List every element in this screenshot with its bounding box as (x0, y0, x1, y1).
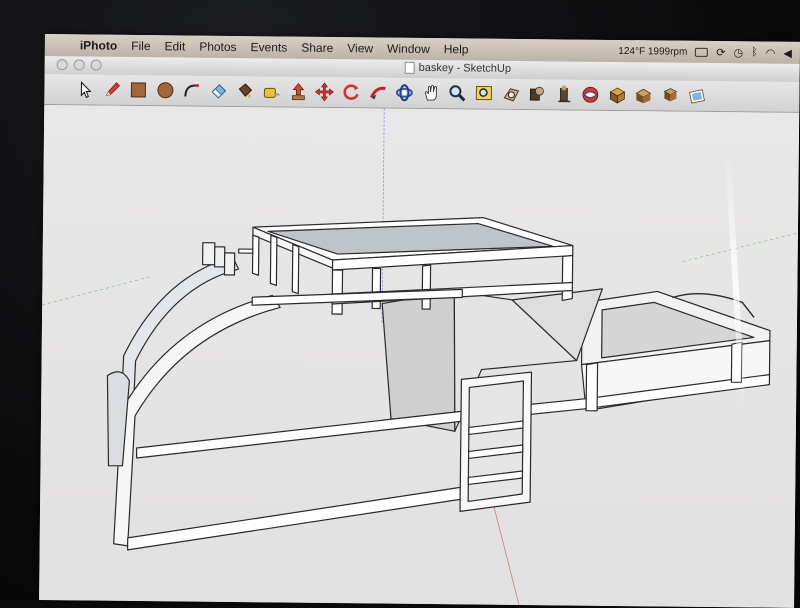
menu-photos[interactable]: Photos (192, 40, 244, 55)
display-icon[interactable] (695, 47, 708, 56)
menu-app-name[interactable]: iPhoto (73, 38, 124, 53)
position-camera-icon[interactable] (553, 83, 575, 105)
bluetooth-icon[interactable]: ᛒ (751, 46, 758, 58)
sync-icon[interactable]: ⟳ (716, 46, 725, 59)
volume-icon[interactable]: ◀ (783, 46, 792, 59)
zoom-window-button[interactable] (91, 59, 102, 70)
components-icon[interactable] (659, 84, 681, 106)
window-controls (57, 59, 102, 70)
pencil-icon[interactable] (101, 79, 123, 101)
share-model-icon[interactable] (633, 84, 655, 106)
screen: iPhoto File Edit Photos Events Share Vie… (39, 34, 800, 608)
rotate-icon[interactable] (340, 81, 362, 103)
walk-icon[interactable] (580, 84, 602, 106)
zoom-window-icon[interactable] (473, 82, 495, 104)
get-models-icon[interactable] (606, 84, 628, 106)
menu-extras: 124°F 1999rpm ⟳ ◷ ᛒ ◠ ◀ (618, 40, 792, 64)
select-arrow-icon[interactable] (74, 78, 96, 100)
eraser-icon[interactable] (207, 80, 229, 102)
menu-share[interactable]: Share (294, 41, 340, 55)
follow-me-icon[interactable] (367, 81, 389, 103)
tape-measure-icon[interactable] (260, 80, 282, 102)
menu-file[interactable]: File (124, 39, 157, 53)
menu-window[interactable]: Window (380, 42, 437, 57)
circle-icon[interactable] (154, 79, 176, 101)
wifi-icon[interactable]: ◠ (766, 46, 776, 59)
menu-events[interactable]: Events (244, 40, 295, 55)
drawing-canvas[interactable] (39, 105, 799, 608)
move-icon[interactable] (314, 81, 336, 103)
green-axis-far (683, 232, 798, 263)
window-title-text: baskey - SketchUp (419, 62, 511, 75)
close-window-button[interactable] (57, 59, 68, 70)
paint-bucket-icon[interactable] (234, 80, 256, 102)
previous-view-icon[interactable] (526, 83, 548, 105)
menu-edit[interactable]: Edit (157, 39, 192, 53)
system-status-text[interactable]: 124°F 1999rpm (618, 46, 687, 58)
window-title: baskey - SketchUp (405, 62, 511, 75)
pan-hand-icon[interactable] (420, 82, 442, 104)
menu-help[interactable]: Help (437, 42, 476, 56)
orbit-icon[interactable] (393, 82, 415, 104)
zoom-icon[interactable] (447, 82, 469, 104)
menu-view[interactable]: View (340, 41, 380, 55)
time-machine-icon[interactable]: ◷ (733, 46, 743, 59)
zoom-extents-icon[interactable] (500, 83, 522, 105)
green-axis (42, 275, 152, 306)
document-icon (405, 62, 415, 74)
push-pull-icon[interactable] (287, 81, 309, 103)
rectangle-icon[interactable] (127, 79, 149, 101)
minimize-window-button[interactable] (74, 59, 85, 70)
model-viewport[interactable] (39, 105, 799, 608)
materials-icon[interactable] (686, 85, 708, 107)
arc-icon[interactable] (181, 79, 203, 101)
truck-bed-model[interactable] (106, 214, 771, 557)
